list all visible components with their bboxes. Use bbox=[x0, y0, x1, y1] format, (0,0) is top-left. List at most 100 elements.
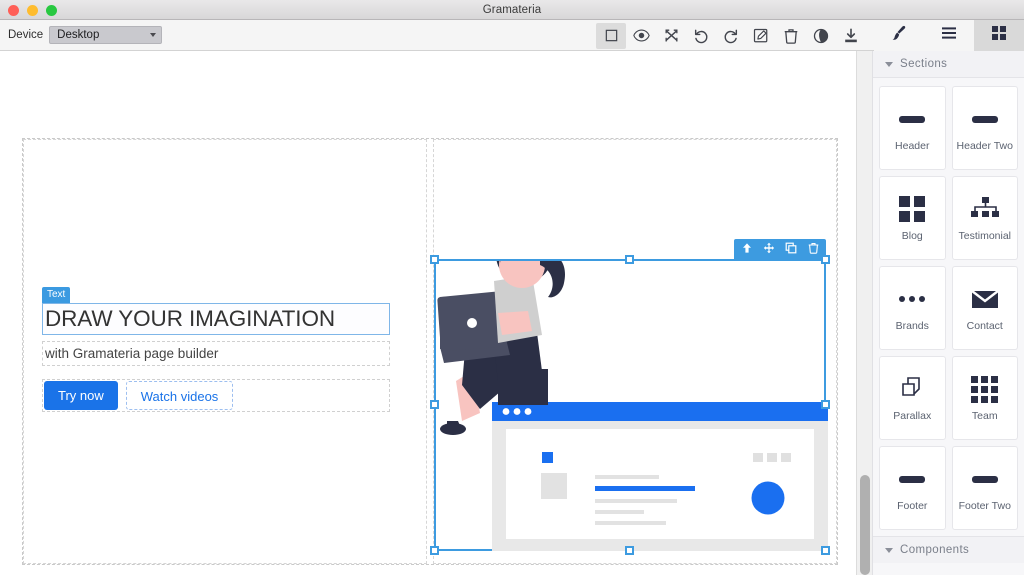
block-testimonial[interactable]: Testimonial bbox=[951, 176, 1018, 260]
undo-icon bbox=[693, 28, 709, 44]
traffic-lights bbox=[8, 0, 57, 20]
hero-content: Text DRAW YOUR IMAGINATION with Gramater… bbox=[42, 287, 390, 412]
globe-icon bbox=[813, 28, 829, 44]
hero-image-column[interactable] bbox=[430, 139, 837, 564]
trash-icon bbox=[808, 241, 819, 259]
hero-text-column[interactable]: Text DRAW YOUR IMAGINATION with Gramater… bbox=[23, 139, 427, 564]
resize-handle-bottom-right[interactable] bbox=[821, 546, 830, 555]
publish-button[interactable] bbox=[806, 23, 836, 49]
preview-eye-icon bbox=[632, 28, 650, 43]
device-label: Device bbox=[8, 29, 44, 41]
component-selection-toolbar bbox=[734, 239, 826, 261]
org-chart-icon bbox=[970, 194, 1000, 224]
window-title-bar: Gramateria bbox=[0, 0, 1024, 20]
bar-icon bbox=[971, 104, 998, 134]
block-team[interactable]: Team bbox=[951, 356, 1018, 440]
block-footer[interactable]: Footer bbox=[879, 446, 946, 530]
resize-handle-middle-left[interactable] bbox=[430, 400, 439, 409]
block-label: Blog bbox=[901, 230, 923, 242]
gramateria-window: Gramateria Device Desktop Text DRAW YOUR… bbox=[0, 0, 1024, 575]
edit-code-icon bbox=[753, 28, 769, 44]
minimize-window-button[interactable] bbox=[27, 4, 38, 16]
resize-handle-top-right[interactable] bbox=[821, 255, 830, 264]
grid-four-icon bbox=[899, 194, 926, 224]
layers-pages-icon bbox=[899, 374, 925, 404]
main-toolbar: Device Desktop bbox=[0, 20, 1024, 51]
block-parallax[interactable]: Parallax bbox=[879, 356, 946, 440]
download-icon bbox=[843, 28, 859, 44]
resize-handle-top-center[interactable] bbox=[625, 255, 634, 264]
device-selector-group: Device Desktop bbox=[8, 26, 163, 44]
block-contact[interactable]: Contact bbox=[951, 266, 1018, 350]
delete-button[interactable] bbox=[776, 23, 806, 49]
resize-handle-bottom-left[interactable] bbox=[430, 546, 439, 555]
block-blog[interactable]: Blog bbox=[879, 176, 946, 260]
block-label: Parallax bbox=[893, 410, 932, 422]
block-label: Footer bbox=[897, 500, 928, 512]
selected-component-badge: Text bbox=[42, 287, 71, 303]
block-brands[interactable]: Brands bbox=[879, 266, 946, 350]
bar-icon bbox=[899, 464, 926, 494]
canvas-scrollbar-thumb[interactable] bbox=[860, 475, 870, 575]
block-label: Header bbox=[895, 140, 930, 152]
select-parent-arrow-icon bbox=[741, 241, 753, 259]
copy-icon bbox=[785, 241, 797, 259]
components-panel-header[interactable]: Components bbox=[873, 536, 1024, 563]
block-label: Footer Two bbox=[958, 500, 1011, 512]
try-now-button[interactable]: Try now bbox=[44, 381, 118, 410]
edit-code-button[interactable] bbox=[746, 23, 776, 49]
resize-handle-bottom-center[interactable] bbox=[625, 546, 634, 555]
resize-handle-middle-right[interactable] bbox=[821, 400, 830, 409]
block-label: Header Two bbox=[956, 140, 1013, 152]
bar-icon bbox=[899, 104, 926, 134]
page-row[interactable]: Text DRAW YOUR IMAGINATION with Gramater… bbox=[22, 138, 838, 565]
woman-with-laptop-on-browser-illustration bbox=[436, 227, 828, 553]
hero-heading[interactable]: DRAW YOUR IMAGINATION bbox=[42, 303, 390, 335]
block-label: Team bbox=[971, 410, 998, 422]
layers-button[interactable] bbox=[924, 20, 974, 51]
blocks-button[interactable] bbox=[974, 20, 1024, 51]
block-label: Brands bbox=[895, 320, 929, 332]
sections-panel-header[interactable]: Sections bbox=[873, 51, 1024, 78]
canvas-scrollbar[interactable] bbox=[856, 51, 872, 575]
undo-button[interactable] bbox=[686, 23, 716, 49]
duplicate-component-button[interactable] bbox=[780, 239, 802, 261]
hero-subheading[interactable]: with Gramateria page builder bbox=[42, 341, 390, 366]
maximize-window-button[interactable] bbox=[46, 4, 57, 16]
device-select[interactable]: Desktop bbox=[49, 26, 163, 44]
chevron-down-icon bbox=[885, 61, 893, 67]
move-icon bbox=[763, 241, 775, 259]
block-header[interactable]: Header bbox=[879, 86, 946, 170]
redo-icon bbox=[723, 28, 739, 44]
style-brush-icon bbox=[890, 24, 908, 47]
select-parent-button[interactable] bbox=[736, 239, 758, 261]
blocks-grid-icon bbox=[990, 24, 1008, 47]
sections-panel-title: Sections bbox=[900, 58, 948, 70]
block-footer-two[interactable]: Footer Two bbox=[951, 446, 1018, 530]
canvas-tools bbox=[596, 20, 866, 51]
preview-button[interactable] bbox=[626, 23, 656, 49]
panel-switcher bbox=[874, 20, 1024, 51]
device-select-value: Desktop bbox=[57, 29, 100, 41]
move-component-button[interactable] bbox=[758, 239, 780, 261]
fullscreen-button[interactable] bbox=[656, 23, 686, 49]
block-label: Testimonial bbox=[958, 230, 1012, 242]
bar-icon bbox=[971, 464, 998, 494]
layers-icon bbox=[940, 25, 958, 46]
style-manager-button[interactable] bbox=[874, 20, 924, 51]
grid-nine-icon bbox=[971, 374, 999, 404]
block-header-two[interactable]: Header Two bbox=[951, 86, 1018, 170]
chevron-down-icon bbox=[150, 33, 157, 37]
download-button[interactable] bbox=[836, 23, 866, 49]
components-panel-title: Components bbox=[900, 544, 970, 556]
close-window-button[interactable] bbox=[8, 4, 19, 16]
trash-icon bbox=[784, 28, 798, 44]
resize-handle-top-left[interactable] bbox=[430, 255, 439, 264]
redo-button[interactable] bbox=[716, 23, 746, 49]
selected-image-component[interactable] bbox=[430, 227, 830, 555]
borders-toggle-button[interactable] bbox=[596, 22, 626, 49]
sections-block-grid: Header Header Two Blog Testimonial Brand… bbox=[873, 78, 1024, 536]
fullscreen-icon bbox=[664, 28, 679, 43]
editor-canvas[interactable]: Text DRAW YOUR IMAGINATION with Gramater… bbox=[0, 51, 862, 575]
watch-videos-button[interactable]: Watch videos bbox=[125, 381, 234, 410]
